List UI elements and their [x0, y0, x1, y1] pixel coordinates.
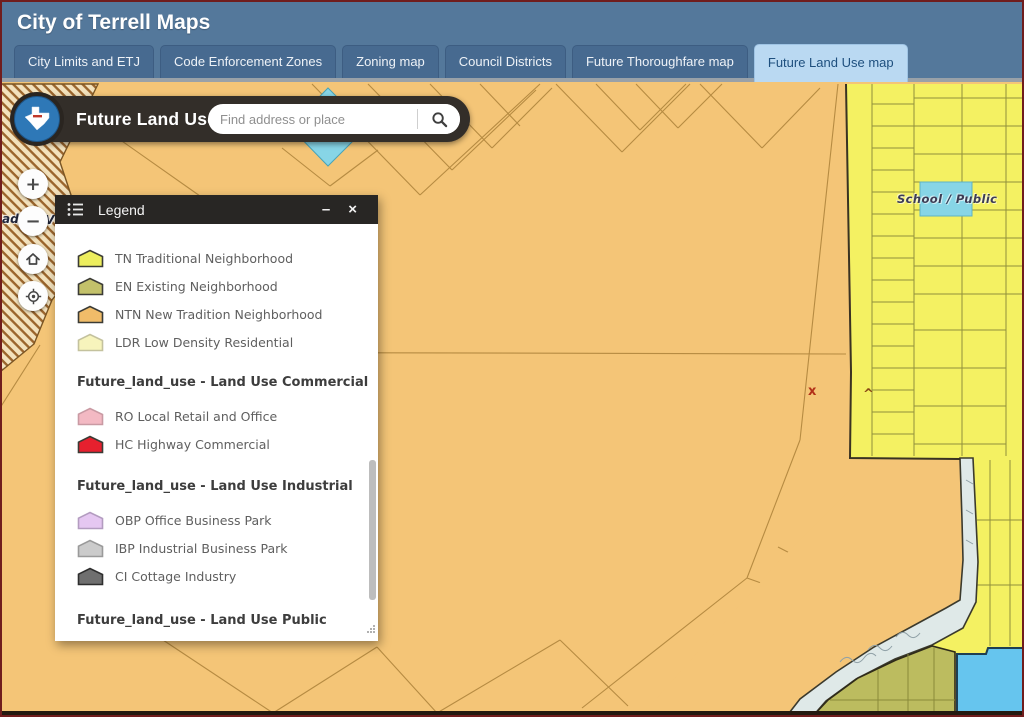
legend-item-ibp: IBP Industrial Business Park	[77, 534, 378, 562]
hc-swatch-icon	[79, 436, 103, 452]
search-input[interactable]	[208, 104, 417, 134]
legend-section-heading-industrial: Future_land_use - Land Use Industrial	[77, 476, 378, 498]
tab-zoning-map[interactable]: Zoning map	[342, 45, 439, 78]
legend-close-button[interactable]: ×	[339, 195, 366, 224]
legend-item-label: HC Highway Commercial	[115, 437, 270, 452]
tab-future-land-use-map[interactable]: Future Land Use map	[754, 44, 908, 82]
legend-item-ldr: LDR Low Density Residential	[77, 328, 378, 356]
ro-swatch-icon	[79, 408, 103, 424]
resize-grip-icon	[366, 624, 376, 634]
legend-scrollbar-thumb[interactable]	[369, 460, 376, 600]
zone-blue-water	[957, 648, 1024, 717]
legend-item-ro: RO Local Retail and Office	[77, 402, 378, 430]
tn-swatch-icon	[79, 250, 103, 266]
tab-city-limits-and-etj[interactable]: City Limits and ETJ	[14, 45, 154, 78]
legend-item-label: TN Traditional Neighborhood	[115, 251, 293, 266]
legend-item-label: NTN New Tradition Neighborhood	[115, 307, 323, 322]
legend-item-label: IBP Industrial Business Park	[115, 541, 287, 556]
legend-item-hc: HC Highway Commercial	[77, 430, 378, 458]
legend-item-label: OBP Office Business Park	[115, 513, 272, 528]
city-logo	[10, 92, 64, 146]
map-toolbar: Future Land Use	[14, 96, 470, 142]
home-button[interactable]	[18, 244, 48, 274]
legend-item-label: LDR Low Density Residential	[115, 335, 293, 350]
app-label: Future Land Use	[76, 96, 217, 142]
app-header: City of Terrell Maps	[0, 0, 1024, 44]
legend-item-label: RO Local Retail and Office	[115, 409, 277, 424]
obp-swatch-icon	[79, 512, 103, 528]
legend-item-tn: TN Traditional Neighborhood	[77, 244, 378, 272]
ci-swatch-icon	[79, 568, 103, 584]
tab-future-thoroughfare-map[interactable]: Future Thoroughfare map	[572, 45, 748, 78]
legend-list-icon	[67, 202, 84, 217]
search-button[interactable]	[418, 104, 460, 134]
page-title: City of Terrell Maps	[17, 0, 210, 46]
tab-strip: City Limits and ETJ Code Enforcement Zon…	[14, 44, 908, 82]
home-icon	[25, 251, 41, 267]
ldr-swatch-icon	[79, 334, 103, 350]
tab-code-enforcement-zones[interactable]: Code Enforcement Zones	[160, 45, 336, 78]
legend-item-label: CI Cottage Industry	[115, 569, 236, 584]
legend-item-ci: CI Cottage Industry	[77, 562, 378, 590]
ntn-swatch-icon	[79, 306, 103, 322]
locate-button[interactable]	[18, 281, 48, 311]
legend-panel: Legend – × TN Traditional Neighborhood E…	[55, 195, 378, 641]
tab-bar: City Limits and ETJ Code Enforcement Zon…	[0, 44, 1024, 82]
terrell-texas-logo-icon	[14, 96, 60, 142]
map-canvas[interactable]: School / Public adi V x ^ Future Land Us…	[0, 82, 1024, 717]
zoom-out-button[interactable]: −	[18, 206, 48, 236]
legend-resize-handle[interactable]	[366, 621, 376, 639]
legend-minimize-button[interactable]: –	[313, 195, 339, 224]
zoom-in-button[interactable]: +	[18, 169, 48, 199]
en-swatch-icon	[79, 278, 103, 294]
search-icon	[431, 111, 448, 128]
legend-section-heading-public: Future_land_use - Land Use Public	[77, 610, 378, 632]
minus-icon: −	[25, 211, 40, 232]
legend-body: TN Traditional Neighborhood EN Existing …	[55, 224, 378, 641]
ibp-swatch-icon	[79, 540, 103, 556]
legend-item-label: EN Existing Neighborhood	[115, 279, 278, 294]
zone-cyan-school-parcel	[920, 182, 972, 216]
legend-title: Legend	[98, 202, 313, 218]
locate-icon	[25, 288, 42, 305]
legend-item-en: EN Existing Neighborhood	[77, 272, 378, 300]
plus-icon: +	[25, 174, 40, 195]
tab-council-districts[interactable]: Council Districts	[445, 45, 566, 78]
search-box	[208, 104, 460, 134]
legend-header[interactable]: Legend – ×	[55, 195, 378, 224]
legend-item-ntn: NTN New Tradition Neighborhood	[77, 300, 378, 328]
legend-item-obp: OBP Office Business Park	[77, 506, 378, 534]
legend-section-heading-commercial: Future_land_use - Land Use Commercial	[77, 372, 378, 394]
app-window: City of Terrell Maps City Limits and ETJ…	[0, 0, 1024, 717]
